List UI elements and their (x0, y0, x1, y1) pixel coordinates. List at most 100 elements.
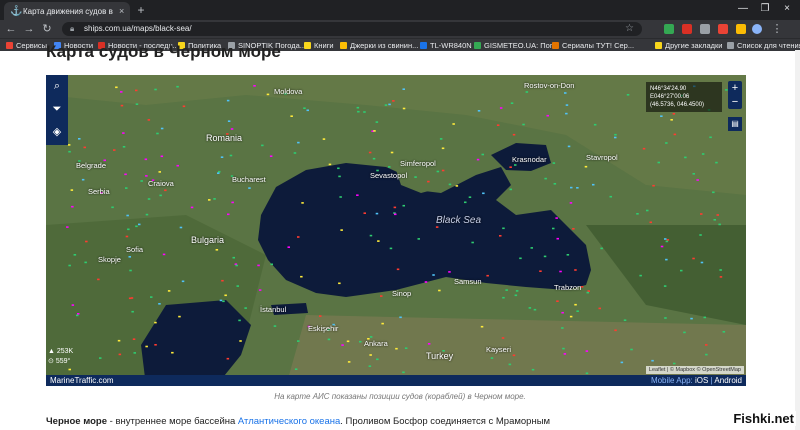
ship-marker[interactable] (509, 166, 512, 168)
ship-marker[interactable] (700, 213, 703, 215)
ship-marker[interactable] (712, 191, 715, 194)
forward-icon[interactable]: → (22, 22, 36, 36)
ship-marker[interactable] (427, 343, 431, 345)
ship-map[interactable]: ⌕ ⏷ ◈ N46°34'24.90 E046°27'00.06 (46.573… (46, 75, 746, 386)
ship-marker[interactable] (147, 119, 151, 121)
ship-marker[interactable] (639, 274, 642, 277)
ship-marker[interactable] (562, 347, 565, 350)
ship-marker[interactable] (68, 368, 72, 371)
ship-marker[interactable] (713, 219, 717, 221)
ship-marker[interactable] (719, 276, 723, 278)
ship-marker[interactable] (722, 331, 726, 333)
ship-marker[interactable] (270, 263, 274, 266)
ship-marker[interactable] (481, 153, 485, 156)
ship-marker[interactable] (414, 176, 417, 178)
ship-marker[interactable] (546, 114, 550, 117)
ship-marker[interactable] (389, 247, 393, 250)
bookmark-folder[interactable]: Другие закладки (655, 40, 722, 51)
ship-marker[interactable] (649, 221, 653, 224)
ship-marker[interactable] (118, 353, 122, 356)
ship-marker[interactable] (502, 227, 505, 230)
ship-marker[interactable] (227, 213, 230, 216)
ship-marker[interactable] (553, 183, 557, 185)
ship-marker[interactable] (396, 268, 400, 271)
ship-marker[interactable] (665, 240, 669, 243)
ship-marker[interactable] (144, 158, 148, 161)
ship-marker[interactable] (441, 169, 445, 172)
zoom-in-button[interactable]: + (728, 81, 742, 95)
ship-marker[interactable] (690, 317, 693, 320)
map-layers-button[interactable]: ▤ (728, 117, 742, 131)
ship-marker[interactable] (147, 198, 151, 200)
ship-marker[interactable] (561, 327, 564, 329)
ship-marker[interactable] (556, 237, 560, 240)
ship-marker[interactable] (552, 162, 556, 164)
ship-marker[interactable] (77, 313, 80, 315)
ship-marker[interactable] (156, 132, 159, 135)
ship-marker[interactable] (402, 88, 406, 90)
ship-marker[interactable] (368, 365, 372, 367)
ship-marker[interactable] (273, 325, 277, 327)
ship-marker[interactable] (257, 264, 260, 267)
ship-marker[interactable] (306, 109, 310, 112)
ship-marker[interactable] (673, 362, 676, 365)
ship-marker[interactable] (384, 104, 388, 106)
ship-marker[interactable] (154, 344, 157, 346)
ship-marker[interactable] (564, 92, 567, 94)
ship-marker[interactable] (76, 314, 79, 317)
ship-marker[interactable] (158, 303, 161, 305)
ship-marker[interactable] (230, 128, 234, 130)
ship-marker[interactable] (574, 269, 577, 271)
ship-marker[interactable] (404, 347, 408, 349)
ship-marker[interactable] (574, 303, 577, 306)
filter-icon[interactable]: ⏷ (46, 98, 68, 121)
extension-icon[interactable] (682, 24, 692, 34)
search-icon[interactable]: ⌕ (46, 75, 68, 98)
ship-marker[interactable] (235, 264, 238, 267)
ship-marker[interactable] (71, 304, 75, 306)
ship-marker[interactable] (337, 167, 340, 170)
ship-marker[interactable] (539, 270, 542, 272)
ship-marker[interactable] (642, 147, 646, 150)
ship-marker[interactable] (154, 321, 157, 324)
ship-marker[interactable] (441, 147, 445, 150)
ship-marker[interactable] (301, 202, 304, 204)
ship-marker[interactable] (680, 269, 683, 272)
ship-marker[interactable] (692, 257, 695, 260)
ship-marker[interactable] (171, 351, 174, 354)
ship-marker[interactable] (388, 166, 391, 168)
ship-marker[interactable] (287, 246, 291, 248)
ship-marker[interactable] (395, 347, 398, 350)
ship-marker[interactable] (145, 345, 148, 348)
ship-marker[interactable] (373, 130, 376, 132)
ship-marker[interactable] (131, 310, 134, 313)
ship-marker[interactable] (505, 289, 508, 291)
ship-marker[interactable] (512, 354, 516, 357)
ship-marker[interactable] (563, 353, 567, 355)
android-link[interactable]: Android (714, 376, 742, 385)
ship-marker[interactable] (593, 123, 597, 126)
map-attribution[interactable]: Leaflet | © Mapbox © OpenStreetMap (645, 366, 744, 374)
ship-marker[interactable] (145, 175, 148, 177)
ship-marker[interactable] (439, 138, 443, 140)
ship-marker[interactable] (586, 291, 590, 294)
ship-marker[interactable] (376, 358, 379, 361)
ship-marker[interactable] (585, 372, 589, 375)
ship-marker[interactable] (499, 235, 502, 237)
ship-marker[interactable] (508, 363, 512, 366)
ship-marker[interactable] (138, 223, 141, 226)
ship-marker[interactable] (561, 311, 564, 314)
ship-marker[interactable] (709, 136, 712, 139)
ship-marker[interactable] (600, 247, 603, 250)
page-scrollbar[interactable] (795, 50, 800, 430)
ship-marker[interactable] (340, 229, 343, 231)
ship-marker[interactable] (319, 315, 322, 317)
ship-marker[interactable] (368, 151, 372, 154)
ship-marker[interactable] (221, 279, 224, 282)
ship-marker[interactable] (514, 294, 518, 297)
ship-marker[interactable] (651, 359, 654, 362)
ship-marker[interactable] (626, 94, 630, 96)
ship-marker[interactable] (357, 110, 360, 113)
menu-icon[interactable]: ⋮ (770, 22, 784, 36)
ship-marker[interactable] (341, 344, 344, 346)
